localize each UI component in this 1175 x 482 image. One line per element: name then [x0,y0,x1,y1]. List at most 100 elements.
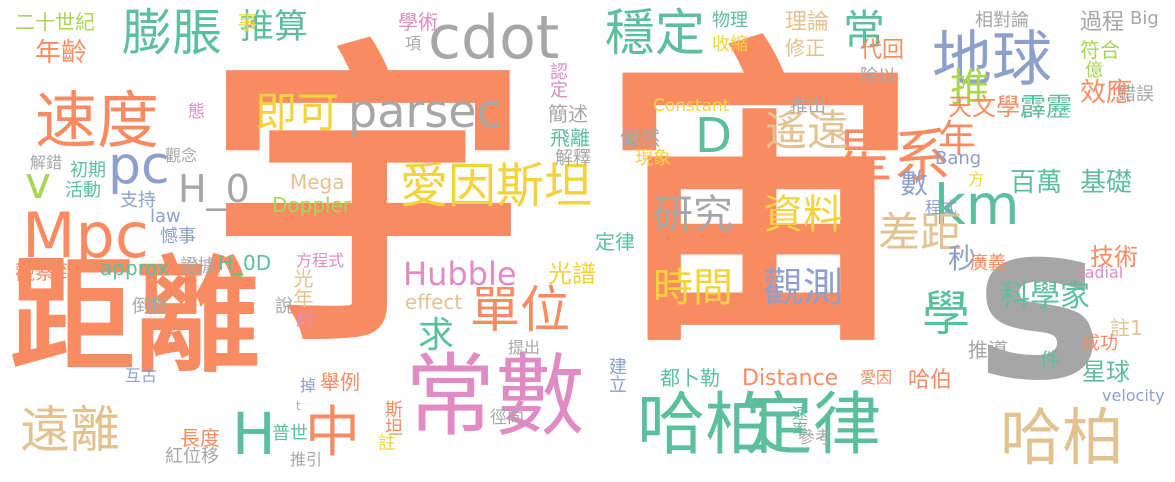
cloud-word: 建立 [606,357,627,393]
cloud-word: 光年 [290,268,314,308]
word-cloud: 宇宙距離 常數 s 定律 哈柏 哈柏 Mpc 速度 地球 星系 cdot 穩定 膨脹 遠離 愛因斯坦 km 單位… [0,0,1175,482]
cloud-word: 舉例 [320,370,360,394]
cloud-word: 證據 [180,256,216,277]
cloud-word: 錯誤 [1118,84,1154,105]
cloud-word: 時間 [653,265,733,311]
cloud-word: radial [1078,263,1124,282]
cloud-word: 事 [234,12,258,32]
cloud-word: 星球 [1082,358,1130,386]
cloud-word: 程式 [925,198,958,217]
cloud-word: 修正 [785,36,825,60]
cloud-word: 一生 [1038,310,1071,329]
cloud-word: 物理 [712,10,748,31]
cloud-word: 成功 [1082,333,1118,354]
cloud-word: 紅位移 [165,446,219,467]
cloud-word: 遠離 [20,401,120,459]
cloud-word: 百萬 [1010,168,1063,198]
cloud-word: H_0 [178,167,250,211]
cloud-word: 求 [418,315,455,356]
cloud-word: Mega [290,170,345,194]
cloud-word: approx [100,256,169,280]
cloud-word: 提出 [508,338,541,357]
cloud-word: 基礎 [1080,168,1133,198]
cloud-word: 註 [378,433,396,454]
cloud-word: 宙 [600,14,920,386]
cloud-word: 相對論 [975,10,1029,31]
cloud-word: 學 [922,286,971,342]
cloud-word: 哈伯 [908,368,953,393]
cloud-word: 推出 [790,96,826,117]
cloud-word: effect [405,290,463,314]
cloud-word: 學術 [398,10,438,34]
cloud-word: D [695,108,732,164]
cloud-word: 飛離 [550,126,590,150]
cloud-word: 符合 [1080,38,1120,62]
cloud-word: 年齡 [35,38,88,68]
cloud-word: 除以 [860,66,896,87]
cloud-word: Big [1130,8,1159,29]
cloud-word: 徑向 [490,408,524,428]
cloud-word: Constant [653,96,730,116]
cloud-word: 推引 [290,450,323,469]
cloud-word: Hubble [403,255,517,293]
cloud-word: 觀測 [763,265,843,311]
cloud-word: 掉 [300,376,317,395]
cloud-word: 態 [184,102,204,119]
cloud-word: 代回 [860,38,905,63]
cloud-word: 互古 [125,366,158,385]
cloud-word: 廣義 [970,253,1006,274]
cloud-word: 愛因 [860,368,893,387]
cloud-word: 方程式 [296,251,345,270]
cloud-word: law [150,206,181,227]
cloud-word: parsec [348,84,502,138]
cloud-word: 資料 [763,192,843,238]
cloud-word: 普世 [272,423,308,444]
cloud-word: 簡述 [548,102,588,126]
cloud-word: 解釋 [555,148,591,169]
cloud-word: 長度 [180,426,220,450]
cloud-word: 倒數 [132,296,168,317]
cloud-word: 都卜勒 [660,366,720,390]
cloud-word: 哈柏 [1000,401,1125,474]
cloud-word: 認定 [547,62,568,98]
cloud-word: 件 [1040,348,1060,372]
cloud-word: 方 [968,170,985,189]
cloud-word: 現象 [635,148,671,169]
cloud-word: 即可 [255,88,340,137]
cloud-word: 哈柏 [637,386,774,465]
cloud-word: 數 [900,167,929,200]
cloud-word: 光譜 [548,260,596,288]
cloud-word: 觀察到 [15,260,75,284]
cloud-word: 儼然 [620,126,660,150]
cloud-word: 膨脹 [122,4,222,62]
cloud-word: 理論 [785,10,830,35]
cloud-word: 約 [296,310,314,331]
cloud-word: 定律 [595,230,635,254]
cloud-word: 推導 [968,338,1008,362]
cloud-word: 二十世紀 [15,10,95,34]
cloud-word: 斯坦 [382,400,403,436]
cloud-word: Distance [742,366,839,391]
cloud-word: 初期 [70,160,106,181]
cloud-word: H [232,400,276,468]
cloud-word: 解錯 [30,153,63,172]
cloud-word: 愛因斯坦 [400,158,593,214]
cloud-word: 參考 [798,428,832,448]
cloud-word: H_0D [218,251,272,275]
cloud-word: 觀念 [165,146,198,165]
cloud-word: 霹靂 [1020,93,1073,123]
cloud-word: pc [108,136,170,196]
cloud-word: 活動 [65,180,101,201]
cloud-word: 研究 [653,192,733,238]
cloud-word: cdot [428,3,560,73]
cloud-word: 憾事 [160,226,196,247]
cloud-word: 天文學 [948,93,1020,121]
cloud-word: 項 [405,34,422,53]
cloud-word: 科學家 [1000,279,1090,314]
cloud-word: Bang [935,148,982,169]
cloud-word: 穩定 [605,4,705,62]
cloud-word: 收縮 [712,34,748,55]
cloud-word: t [296,399,301,413]
cloud-word: Doppler [272,193,352,217]
cloud-word: 億 [1085,60,1103,81]
